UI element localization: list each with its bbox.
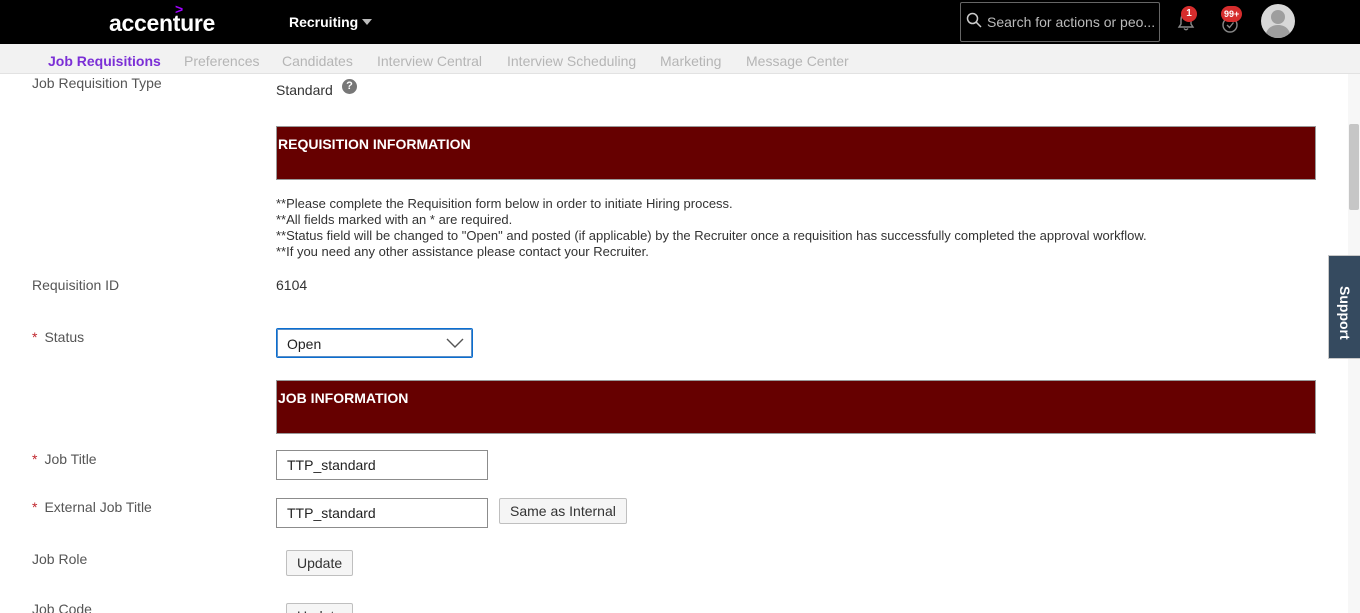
chevron-down-icon <box>446 338 464 348</box>
instructions: **Please complete the Requisition form b… <box>276 196 1147 260</box>
status-selected-value: Open <box>287 336 322 352</box>
search-input[interactable] <box>987 13 1155 31</box>
tab-marketing[interactable]: Marketing <box>660 53 721 69</box>
tab-job-requisitions[interactable]: Job Requisitions <box>48 53 161 69</box>
top-header: accenture > Recruiting 1 99+ <box>0 0 1360 44</box>
required-marker: * <box>32 451 38 467</box>
job-title-input[interactable] <box>276 450 488 480</box>
help-icon[interactable]: ? <box>342 79 357 94</box>
search-icon <box>966 12 982 28</box>
job-requisition-type-label: Job Requisition Type <box>32 75 162 91</box>
job-information-header: JOB INFORMATION <box>276 380 1316 434</box>
module-switcher[interactable]: Recruiting <box>289 14 358 30</box>
job-role-label: Job Role <box>32 551 88 567</box>
job-title-label-text: Job Title <box>44 451 97 467</box>
same-as-internal-button[interactable]: Same as Internal <box>499 498 627 524</box>
todo-badge: 99+ <box>1221 6 1243 22</box>
tab-bar: Job Requisitions Preferences Candidates … <box>0 44 1360 74</box>
job-role-update-button[interactable]: Update <box>286 550 354 576</box>
status-label-text: Status <box>44 329 85 345</box>
instruction-line: **Please complete the Requisition form b… <box>276 196 733 211</box>
avatar[interactable] <box>1261 4 1295 38</box>
requisition-id-value: 6104 <box>276 277 308 293</box>
tab-preferences[interactable]: Preferences <box>184 53 259 69</box>
tab-message-center[interactable]: Message Center <box>746 53 849 69</box>
instruction-line: **If you need any other assistance pleas… <box>276 244 649 259</box>
status-label: * Status <box>32 329 84 345</box>
accenture-logo[interactable]: accenture <box>109 10 215 37</box>
required-marker: * <box>32 499 38 515</box>
tab-interview-central[interactable]: Interview Central <box>377 53 482 69</box>
tab-interview-scheduling[interactable]: Interview Scheduling <box>507 53 636 69</box>
scrollbar-thumb[interactable] <box>1349 124 1359 210</box>
logo-mark: > <box>175 1 184 17</box>
instruction-line: **Status field will be changed to "Open"… <box>276 228 1147 243</box>
tab-candidates[interactable]: Candidates <box>282 53 353 69</box>
support-tab[interactable]: Support <box>1328 255 1360 359</box>
requisition-id-label: Requisition ID <box>32 277 120 293</box>
caret-down-icon[interactable] <box>362 19 372 25</box>
user-silhouette-icon <box>1265 10 1291 38</box>
external-job-title-label-text: External Job Title <box>44 499 152 515</box>
job-requisition-type-value: Standard <box>276 82 333 98</box>
job-title-label: * Job Title <box>32 451 97 467</box>
job-code-label: Job Code <box>32 601 92 613</box>
external-job-title-label: * External Job Title <box>32 499 152 515</box>
status-select[interactable]: Open <box>276 328 473 358</box>
notification-badge: 1 <box>1181 6 1197 22</box>
instruction-line: **All fields marked with an * are requir… <box>276 212 513 227</box>
required-marker: * <box>32 329 38 345</box>
requisition-information-header: REQUISITION INFORMATION <box>276 126 1316 180</box>
support-label: Support <box>1337 286 1353 340</box>
section-title: REQUISITION INFORMATION <box>278 136 471 152</box>
section-title: JOB INFORMATION <box>278 390 409 406</box>
external-job-title-input[interactable] <box>276 498 488 528</box>
job-code-update-button[interactable]: Update <box>286 603 354 613</box>
